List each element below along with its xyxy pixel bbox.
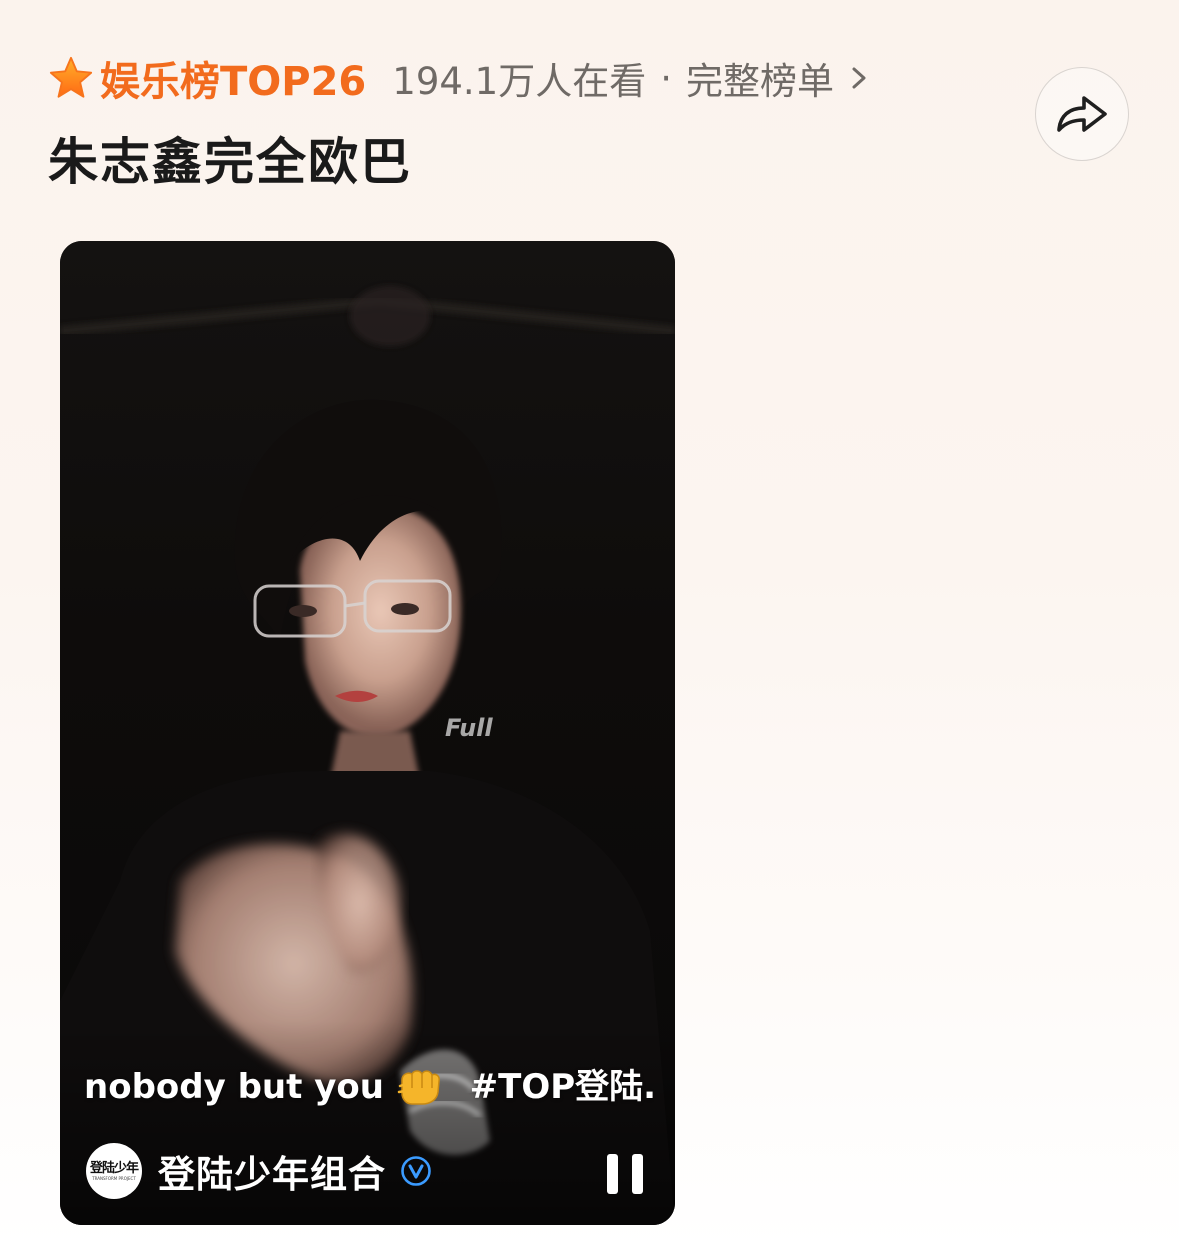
full-list-link[interactable]: 完整榜单 [686,51,834,105]
share-button[interactable] [1035,67,1129,161]
svg-text:Full: Full [445,714,493,742]
star-icon [49,56,93,98]
chevron-right-icon[interactable] [848,63,870,93]
pause-button[interactable] [605,1154,645,1194]
caption-text: nobody but you [84,1067,384,1107]
author-row[interactable]: 登陆少年 TRANSFORM PROJECT 登陆少年组合 [86,1141,432,1201]
pause-icon [632,1154,643,1194]
caption-hashtag[interactable]: #TOP登陆... [470,1067,654,1107]
avatar-logo-subtext: TRANSFORM PROJECT [92,1175,136,1181]
video-caption[interactable]: nobody but you #TOP登陆... [84,1059,654,1108]
hotlist-header[interactable]: 娱乐榜TOP26 194.1万人在看 · 完整榜单 [48,48,870,108]
pause-icon [607,1154,618,1194]
avatar-logo-text: 登陆少年 [89,1160,139,1176]
author-name[interactable]: 登陆少年组合 [158,1144,386,1198]
separator-dot: · [660,56,672,100]
share-arrow-icon [1057,96,1107,132]
verified-badge-icon [401,1156,431,1186]
topic-title: 朱志鑫完全欧巴 [48,133,412,191]
video-card[interactable]: Full nobody but you #TOP登陆... 登陆少年 TRANS… [60,241,675,1225]
fist-icon [397,1070,440,1105]
avatar[interactable]: 登陆少年 TRANSFORM PROJECT [86,1143,142,1199]
viewer-count: 194.1万人在看 [392,60,647,103]
rank-label: 娱乐榜TOP26 [100,59,367,105]
